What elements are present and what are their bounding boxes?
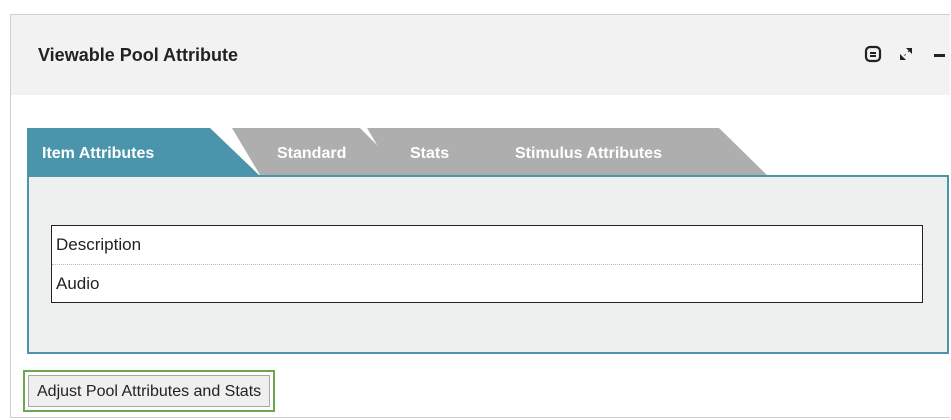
tab-stimulus-attributes-label: Stimulus Attributes [515,145,662,162]
adjust-pool-attributes-label: Adjust Pool Attributes and Stats [28,375,271,407]
adjust-pool-attributes-button[interactable]: Adjust Pool Attributes and Stats [23,370,276,412]
tab-standard-label: Standard [277,145,347,162]
tab-item-attributes[interactable]: Item Attributes [27,128,259,175]
panel-header: Viewable Pool Attribute [11,15,950,95]
tab-content-item-attributes: Description Audio [27,175,949,354]
panel-title: Viewable Pool Attribute [38,45,239,65]
attribute-tabs: Item Attributes Standard Stats Stimulus … [27,128,807,175]
tab-stimulus-attributes[interactable]: Stimulus Attributes [467,128,767,175]
attribute-list[interactable]: Description Audio [51,225,923,303]
viewable-pool-attribute-panel: Viewable Pool Attribute Item Attributes … [10,14,950,418]
list-item[interactable]: Description [52,226,922,264]
tab-stats-label: Stats [410,145,450,162]
minimize-icon[interactable] [928,43,950,65]
expand-icon[interactable] [895,43,917,65]
tab-item-attributes-label: Item Attributes [42,145,155,162]
restore-window-icon[interactable] [862,43,884,65]
panel-header-controls [851,43,950,65]
list-item[interactable]: Audio [52,264,922,302]
